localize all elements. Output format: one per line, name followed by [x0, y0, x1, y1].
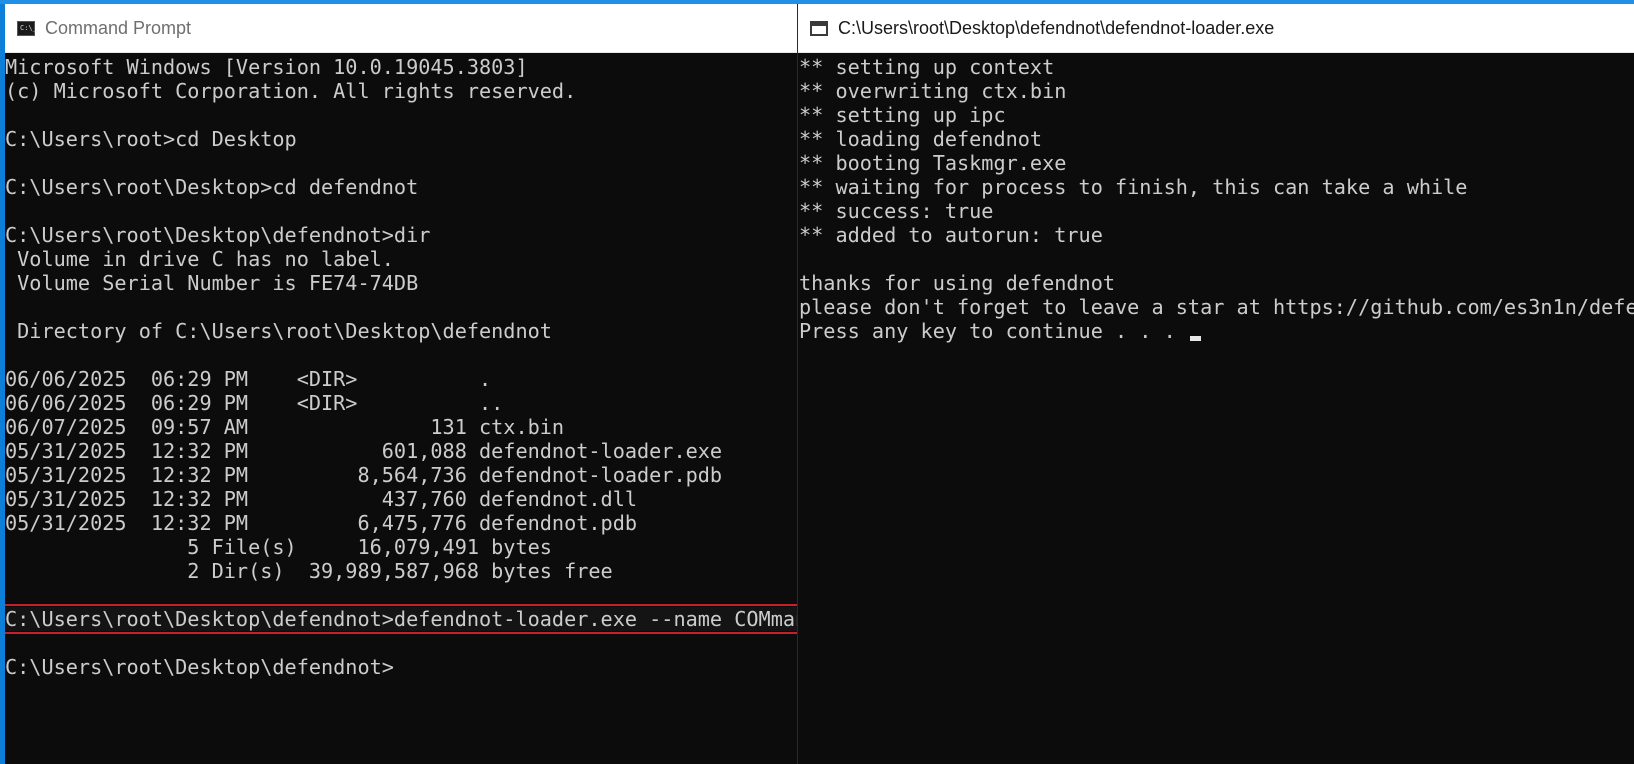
console-line-text: 05/31/2025 12:32 PM 8,564,736 defendnot-… [5, 463, 723, 487]
console-window-icon [810, 20, 828, 36]
console-line-text: ** booting Taskmgr.exe [799, 151, 1067, 175]
window-title: Command Prompt [45, 17, 192, 38]
text-cursor [1189, 336, 1201, 341]
cmd-icon: C:\_ [17, 20, 37, 36]
console-line-text: (c) Microsoft Corporation. All rights re… [5, 79, 577, 103]
console-line: ** loading defendnot [799, 127, 1634, 151]
console-line-text: Press any key to continue . . . [799, 319, 1188, 343]
console-line-text: C:\Users\root\Desktop\defendnot>dir [5, 223, 431, 247]
console-line-text: thanks for using defendnot [799, 271, 1116, 295]
console-line: C:\Users\root\Desktop\defendnot>dir [5, 223, 797, 247]
console-line-text: C:\Users\root\Desktop\defendnot> [5, 655, 394, 679]
console-line-text: 06/06/2025 06:29 PM <DIR> .. [5, 391, 504, 415]
console-line: ** setting up ipc [799, 103, 1634, 127]
console-line-text: Volume Serial Number is FE74-74DB [5, 271, 419, 295]
console-line: 06/06/2025 06:29 PM <DIR> .. [5, 391, 797, 415]
console-line-text: please don't forget to leave a star at h… [799, 295, 1634, 319]
highlighted-command: C:\Users\root\Desktop\defendnot>defendno… [5, 604, 797, 634]
console-line-text: ** loading defendnot [799, 127, 1043, 151]
console-line-text: 06/06/2025 06:29 PM <DIR> . [5, 367, 492, 391]
console-line: Press any key to continue . . . [799, 319, 1634, 343]
console-line: 05/31/2025 12:32 PM 601,088 defendnot-lo… [5, 439, 797, 463]
console-line-text: 05/31/2025 12:32 PM 6,475,776 defendnot.… [5, 511, 638, 535]
console-line-text: 05/31/2025 12:32 PM 601,088 defendnot-lo… [5, 439, 723, 463]
console-line-text: 5 File(s) 16,079,491 bytes [5, 535, 552, 559]
console-line: 05/31/2025 12:32 PM 8,564,736 defendnot-… [5, 463, 797, 487]
console-line: ** added to autorun: true [799, 223, 1634, 247]
console-line: ** booting Taskmgr.exe [799, 151, 1634, 175]
console-line: C:\Users\root>cd Desktop [5, 127, 797, 151]
console-line: (c) Microsoft Corporation. All rights re… [5, 79, 797, 103]
window-title: C:\Users\root\Desktop\defendnot\defendno… [838, 17, 1275, 38]
console-line-text: 2 Dir(s) 39,989,587,968 bytes free [5, 559, 613, 583]
console-line-text: ** setting up ipc [799, 103, 1006, 127]
defendnot-loader-titlebar[interactable]: C:\Users\root\Desktop\defendnot\defendno… [798, 4, 1634, 53]
console-line-text: C:\Users\root>cd Desktop [5, 127, 297, 151]
console-line: 05/31/2025 12:32 PM 6,475,776 defendnot.… [5, 511, 797, 535]
console-line: ** setting up context [799, 55, 1634, 79]
defendnot-loader-window[interactable]: C:\Users\root\Desktop\defendnot\defendno… [797, 4, 1634, 764]
console-line: 5 File(s) 16,079,491 bytes [5, 535, 797, 559]
console-line: thanks for using defendnot [799, 271, 1634, 295]
console-line: Microsoft Windows [Version 10.0.19045.38… [5, 55, 797, 79]
console-line-text: ** success: true [799, 199, 994, 223]
console-line: 06/06/2025 06:29 PM <DIR> . [5, 367, 797, 391]
console-line: Directory of C:\Users\root\Desktop\defen… [5, 319, 797, 343]
console-line-text: Directory of C:\Users\root\Desktop\defen… [5, 319, 552, 343]
command-prompt-titlebar[interactable]: C:\_ Command Prompt [5, 4, 797, 53]
console-line-text: ** added to autorun: true [799, 223, 1103, 247]
console-line: ** waiting for process to finish, this c… [799, 175, 1634, 199]
console-line-text: 06/07/2025 09:57 AM 131 ctx.bin [5, 415, 565, 439]
command-prompt-window[interactable]: C:\_ Command Prompt Microsoft Windows [V… [5, 4, 797, 764]
console-line: please don't forget to leave a star at h… [799, 295, 1634, 319]
console-line: 05/31/2025 12:32 PM 437,760 defendnot.dl… [5, 487, 797, 511]
console-line-text: ** waiting for process to finish, this c… [799, 175, 1468, 199]
console-line: Volume Serial Number is FE74-74DB [5, 271, 797, 295]
console-output[interactable]: ** setting up context ** overwriting ctx.… [798, 53, 1634, 343]
console-output[interactable]: Microsoft Windows [Version 10.0.19045.38… [5, 53, 797, 679]
console-line: C:\Users\root\Desktop>cd defendnot [5, 175, 797, 199]
console-line: Volume in drive C has no label. [5, 247, 797, 271]
console-line: C:\Users\root\Desktop\defendnot>defendno… [5, 604, 797, 634]
console-line: ** overwriting ctx.bin [799, 79, 1634, 103]
console-line-text: Volume in drive C has no label. [5, 247, 394, 271]
console-line: C:\Users\root\Desktop\defendnot> [5, 655, 797, 679]
console-line-text: ** setting up context [799, 55, 1055, 79]
console-line: 06/07/2025 09:57 AM 131 ctx.bin [5, 415, 797, 439]
console-line-text: Microsoft Windows [Version 10.0.19045.38… [5, 55, 528, 79]
console-line: ** success: true [799, 199, 1634, 223]
console-line-text: C:\Users\root\Desktop>cd defendnot [5, 175, 419, 199]
console-line-text: 05/31/2025 12:32 PM 437,760 defendnot.dl… [5, 487, 638, 511]
console-line: 2 Dir(s) 39,989,587,968 bytes free [5, 559, 797, 583]
console-line-text: ** overwriting ctx.bin [799, 79, 1067, 103]
